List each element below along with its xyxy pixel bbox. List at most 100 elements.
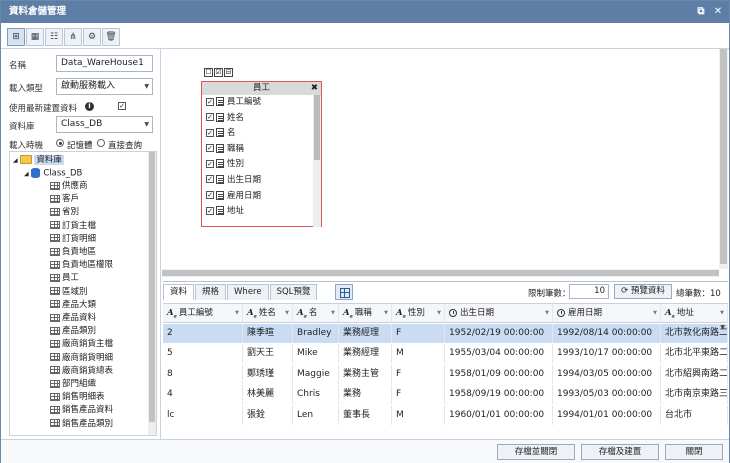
hierarchy-icon[interactable]: ⋔ — [64, 28, 82, 46]
tree-table-item[interactable]: 銷售產品類別 — [50, 419, 113, 430]
field-checkbox[interactable]: ✓ — [206, 97, 214, 106]
field-row[interactable]: ✓ 員工編號 — [202, 95, 321, 111]
tree-table-item[interactable]: 供應商 — [50, 181, 88, 192]
grid-column-header[interactable]: Aa 地址 — [661, 304, 728, 323]
grid-column-header[interactable]: Aa 姓名 — [243, 304, 293, 323]
tab-sql-preview[interactable]: SQL預覽 — [269, 284, 318, 300]
table-cell: 林美麗 — [243, 385, 293, 405]
tree-table-item[interactable]: 銷售產品資料 — [50, 405, 113, 416]
mini-toolbar: ☐ ☑ ⊟ — [204, 68, 233, 77]
database-select[interactable]: Class_DB — [56, 116, 153, 133]
text-type-icon: Aa — [167, 308, 177, 320]
table-icon — [50, 405, 60, 414]
field-checkbox[interactable]: ✓ — [206, 128, 214, 137]
import-type-select[interactable]: 啟動服務載入 — [56, 78, 153, 95]
tree-table-item[interactable]: 產品類別 — [50, 326, 96, 337]
tree-table-item[interactable]: 訂貨主檔 — [50, 221, 96, 232]
uncheck-all-icon[interactable]: ☐ — [204, 68, 213, 77]
field-checkbox[interactable]: ✓ — [206, 113, 214, 122]
grid-toggle-button[interactable] — [335, 284, 353, 300]
grid-column-header[interactable]: Aa 職稱 — [339, 304, 392, 323]
table-box-scrollbar[interactable] — [313, 95, 321, 227]
radio-direct[interactable] — [97, 139, 105, 147]
table-row[interactable]: 4 林美麗 Chris 業務 F 1958/09/19 00:00:00 1993/05/0… — [163, 385, 728, 405]
field-row[interactable]: ✓ 地址 — [202, 204, 321, 220]
table-box-close-icon[interactable]: ✖ — [311, 82, 318, 95]
tree-table-item[interactable]: 產品資料 — [50, 313, 96, 324]
tree-table-item[interactable]: 員工 — [50, 273, 79, 284]
grid-column-header[interactable]: Aa 名 — [293, 304, 339, 323]
field-checkbox[interactable]: ✓ — [206, 206, 214, 215]
grid-column-header[interactable]: 雇用日期 — [553, 304, 661, 323]
collapse-icon[interactable]: ⊟ — [224, 68, 233, 77]
gear-icon[interactable]: ⚙ — [83, 28, 101, 46]
tree-table-item[interactable]: 區域別 — [50, 287, 88, 298]
field-row[interactable]: ✓ 職稱 — [202, 142, 321, 158]
tree-table-item[interactable]: 部門組織 — [50, 379, 96, 390]
grid-view-icon[interactable]: ▦ — [26, 28, 44, 46]
tree-table-item[interactable]: 廠商銷貨主檔 — [50, 339, 113, 350]
table-box-header[interactable]: 員工 ✖ — [202, 82, 321, 95]
tab-data[interactable]: 資料 — [163, 284, 195, 300]
preview-data-button[interactable]: ⟳ 預覽資料 — [614, 284, 672, 299]
tree-table-item[interactable]: 銷售明細表 — [50, 392, 105, 403]
field-row[interactable]: ✓ 姓名 — [202, 111, 321, 127]
tree-scrollbar[interactable] — [148, 152, 156, 435]
relation-canvas[interactable]: ☐ ☑ ⊟ 員工 ✖ ✓ 員工編號 ✓ 姓名 ✓ 名 ✓ 職稱 ✓ 性別 ✓ 出生日期 ✓ 雇用日期 ✓ 地址 — [162, 49, 728, 277]
check-all-icon[interactable]: ☑ — [214, 68, 223, 77]
field-row[interactable]: ✓ 名 — [202, 126, 321, 142]
title-bar: 資料倉儲管理 ⧉ ✕ — [1, 1, 729, 23]
field-row[interactable]: ✓ 性別 — [202, 157, 321, 173]
table-cell: Len — [293, 405, 339, 425]
restore-icon[interactable]: ⧉ — [694, 1, 708, 23]
field-checkbox[interactable]: ✓ — [206, 159, 214, 168]
field-icon — [216, 112, 224, 122]
save-close-button[interactable]: 存檔並關閉 — [497, 444, 575, 460]
table-box-employee[interactable]: 員工 ✖ ✓ 員工編號 ✓ 姓名 ✓ 名 ✓ 職稱 ✓ 性別 ✓ 出生日期 ✓ 雇用日期 ✓ 地址 — [201, 81, 322, 227]
tree-table-item[interactable]: 訂貨明細 — [50, 234, 96, 245]
table-row[interactable]: 8 鄭琇瑾 Maggie 業務主管 F 1958/01/09 00:00:00 1994/0… — [163, 364, 728, 384]
grid-column-header[interactable]: Aa 員工編號 — [163, 304, 243, 323]
tree-table-item[interactable]: 廠商銷貨總表 — [50, 366, 113, 377]
field-checkbox[interactable]: ✓ — [206, 175, 214, 184]
tree-table-item[interactable]: 負責地區權限 — [50, 260, 113, 271]
table-cell: 1952/02/19 00:00:00 — [445, 324, 553, 343]
tree-table-item[interactable]: 客戶 — [50, 194, 79, 205]
canvas-hscroll[interactable] — [162, 269, 719, 277]
table-cell: 陳季暄 — [243, 324, 293, 343]
tree-table-item[interactable]: 廠商銷貨明細 — [50, 353, 113, 364]
field-row[interactable]: ✓ 出生日期 — [202, 173, 321, 189]
grid-header-row: Aa員工編號Aa姓名Aa名Aa職稱Aa性別出生日期雇用日期Aa地址 — [163, 304, 728, 323]
table-row[interactable]: 2 陳季暄 Bradley 業務經理 F 1952/02/19 00:00:00 1992/… — [163, 324, 728, 343]
toolbar: ⊞ ▦ ☷ ⋔ ⚙ 🗑 — [7, 28, 120, 46]
tree-table-item[interactable]: 省別 — [50, 207, 79, 218]
trash-icon[interactable]: 🗑 — [102, 28, 120, 46]
tree-view-icon[interactable]: ☷ — [45, 28, 63, 46]
relation-view-icon[interactable]: ⊞ — [7, 28, 25, 46]
limit-input[interactable]: 10 — [569, 284, 609, 299]
grid-column-header[interactable]: 出生日期 — [445, 304, 553, 323]
save-build-button[interactable]: 存檔及建置 — [581, 444, 659, 460]
table-row[interactable]: 5 劉天王 Mike 業務經理 M 1955/03/04 00:00:00 1993/10/… — [163, 344, 728, 364]
database-icon — [31, 168, 41, 178]
table-row[interactable]: lc 張銓 Len 董事長 M 1960/01/01 00:00:00 1994/01/01… — [163, 405, 728, 425]
canvas-vscroll[interactable] — [719, 49, 728, 269]
limit-label: 限制筆數： — [528, 289, 571, 299]
name-input[interactable]: Data_WareHouse1 — [56, 55, 153, 72]
use-latest-checkbox[interactable]: ✓ — [118, 102, 126, 110]
tree-table-item[interactable]: 產品大類 — [50, 300, 96, 311]
info-icon[interactable]: i — [85, 102, 94, 111]
tab-where[interactable]: Where — [227, 284, 269, 300]
field-checkbox[interactable]: ✓ — [206, 144, 214, 153]
field-row[interactable]: ✓ 雇用日期 — [202, 189, 321, 205]
radio-memory[interactable] — [56, 139, 64, 147]
tree-db-node[interactable]: ◢ Class_DB — [24, 168, 82, 180]
close-icon[interactable]: ✕ — [711, 1, 725, 23]
tree-root[interactable]: ◢ 資料庫 — [13, 155, 64, 166]
tab-spec[interactable]: 規格 — [195, 284, 227, 300]
table-cell: 北市北平東路二 — [661, 344, 728, 364]
close-button[interactable]: 關閉 — [665, 444, 723, 460]
grid-column-header[interactable]: Aa 性別 — [392, 304, 445, 323]
field-checkbox[interactable]: ✓ — [206, 191, 214, 200]
tree-table-item[interactable]: 負責地區 — [50, 247, 96, 258]
